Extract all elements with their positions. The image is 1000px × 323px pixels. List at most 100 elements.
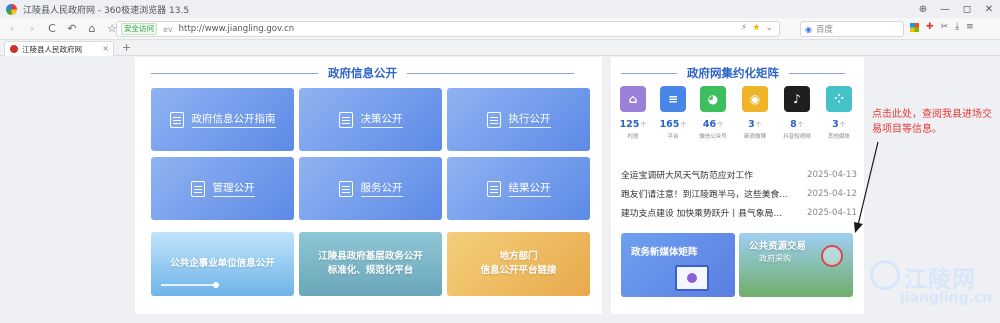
window-controls: ⊕ — ◻ ✕ <box>912 0 1000 18</box>
news-title[interactable]: 建功支点建设 加快乘势跃升丨县气象局… <box>621 206 789 219</box>
news-date: 2025-04-13 <box>807 169 857 180</box>
gov-info-title: 政府信息公开 <box>328 66 397 80</box>
tab-close-button[interactable]: × <box>102 44 109 53</box>
tile-service-open[interactable]: 服务公开 <box>299 157 442 220</box>
matrix-item-wechat[interactable]: ◕ 46个 微信公众号 <box>695 86 731 140</box>
gov-matrix-panel: 政府网集约化矩阵 ⌂ 125个 村居 ≡ 165个 平台 ◕ 46个 微信公众号… <box>611 57 864 314</box>
page-content: 政府信息公开 政府信息公开指南 决策公开 执行公开 管理公开 服务公开 结果公开 <box>0 57 1000 323</box>
forward-button[interactable]: › <box>24 22 40 35</box>
reload-button[interactable]: C <box>44 22 60 35</box>
promo-public-resource-trading[interactable]: 公共资源交易 政府采购 <box>739 233 853 297</box>
matrix-item-douyin[interactable]: ♪ 8个 抖音短视频 <box>779 86 815 140</box>
annotation-arrow-icon <box>854 141 879 233</box>
banner-line2: 信息公开平台链接 <box>480 265 557 276</box>
address-bar[interactable]: 安全访问 ev http://www.jiangling.gov.cn ⚡ ★ … <box>116 21 780 37</box>
news-list: 全运宝调研大风天气防范应对工作 2025-04-13 跑友们请注意！到江陵跑半马… <box>621 165 857 222</box>
address-icons: ⚡ ★ ⌄ <box>741 23 773 33</box>
banner-public-enterprise-info[interactable]: 公共企事业单位信息公开 <box>151 232 294 296</box>
tab-label: 江陵县人民政府网 <box>22 44 82 54</box>
tile-label: 结果公开 <box>508 180 551 197</box>
secure-badge[interactable]: 安全访问 <box>121 23 157 35</box>
tile-management-open[interactable]: 管理公开 <box>151 157 294 220</box>
apps-icon[interactable] <box>910 23 919 32</box>
address-dropdown-icon[interactable]: ⌄ <box>765 23 773 33</box>
count-unit: 个 <box>755 122 762 129</box>
games-icon[interactable]: ✚ <box>926 22 934 32</box>
skin-icon[interactable]: ⊕ <box>912 4 934 15</box>
news-date: 2025-04-12 <box>807 188 857 199</box>
watermark-url: jiangling.cn <box>900 290 993 306</box>
matrix-count: 46个 <box>695 119 731 130</box>
banner-local-departments[interactable]: 地方部门 信息公开平台链接 <box>447 232 590 296</box>
menu-icon[interactable]: ≡ <box>966 22 974 32</box>
tile-decision-open[interactable]: 决策公开 <box>299 88 442 151</box>
banner-line2: 标准化、规范化平台 <box>327 265 414 276</box>
count-value: 3 <box>748 119 755 130</box>
url-text[interactable]: http://www.jiangling.gov.cn <box>179 24 294 34</box>
news-item[interactable]: 跑友们请注意！到江陵跑半马，这些美食… 2025-04-12 <box>621 184 857 203</box>
scissors-icon[interactable]: ✂ <box>941 22 949 32</box>
count-unit: 个 <box>839 122 846 129</box>
banner-label: 公共企事业单位信息公开 <box>170 258 275 269</box>
promo-new-media-matrix[interactable]: 政务新媒体矩阵 <box>621 233 735 297</box>
wechat-icon: ◕ <box>700 86 726 112</box>
news-item[interactable]: 建功支点建设 加快乘势跃升丨县气象局… 2025-04-11 <box>621 203 857 222</box>
matrix-name: 新浪微博 <box>743 134 766 140</box>
matrix-item-platforms[interactable]: ≡ 165个 平台 <box>655 86 691 140</box>
promo-text: 公共资源交易 政府采购 <box>749 241 806 265</box>
promo-label: 政务新媒体矩阵 <box>631 247 698 258</box>
news-title[interactable]: 全运宝调研大风天气防范应对工作 <box>621 168 789 181</box>
watermark-name: 江陵网 <box>904 267 976 293</box>
bookmark-star-icon[interactable]: ★ <box>752 23 760 33</box>
matrix-item-villages[interactable]: ⌂ 125个 村居 <box>615 86 651 140</box>
site-favicon-icon <box>10 45 18 53</box>
execution-icon <box>486 111 501 128</box>
tile-gov-info-guide[interactable]: 政府信息公开指南 <box>151 88 294 151</box>
download-icon[interactable]: ⤓ <box>955 22 959 32</box>
news-title[interactable]: 跑友们请注意！到江陵跑半马，这些美食… <box>621 187 789 200</box>
maximize-button[interactable]: ◻ <box>956 4 978 15</box>
tab-bar: 江陵县人民政府网 × + <box>0 40 1000 56</box>
header-line-left <box>621 72 677 74</box>
tab-active[interactable]: 江陵县人民政府网 × <box>4 41 114 56</box>
banner-text: 地方部门 信息公开平台链接 <box>480 250 556 278</box>
back-button[interactable]: ‹ <box>4 22 20 35</box>
tile-result-open[interactable]: 结果公开 <box>447 157 590 220</box>
cert-label: ev <box>163 24 173 34</box>
matrix-count: 8个 <box>779 119 815 130</box>
header-line-right <box>789 72 845 74</box>
village-icon: ⌂ <box>620 86 646 112</box>
news-item[interactable]: 全运宝调研大风天气防范应对工作 2025-04-13 <box>621 165 857 184</box>
count-value: 3 <box>832 119 839 130</box>
count-unit: 个 <box>717 122 724 129</box>
search-engine-icon[interactable]: ◉ <box>805 25 812 34</box>
matrix-count: 165个 <box>655 119 691 130</box>
matrix-item-other-media[interactable]: ⁘ 3个 其他媒体 <box>821 86 857 140</box>
annotation-callout: 点击此处，查阅我县进场交易项目等信息。 <box>872 109 992 135</box>
compat-mode-icon[interactable]: ⚡ <box>741 23 747 33</box>
banner-grassroots-platform[interactable]: 江陵县政府基层政务公开 标准化、规范化平台 <box>299 232 442 296</box>
minimize-button[interactable]: — <box>934 4 956 15</box>
toolbar-right: ✚ ✂ ⤓ ≡ <box>910 22 974 32</box>
browser-toolbar: ‹ › C ↶ ⌂ ☆ 安全访问 ev http://www.jiangling… <box>0 18 1000 40</box>
matrix-item-weibo[interactable]: ◉ 3个 新浪微博 <box>737 86 773 140</box>
window-titlebar: 江陵县人民政府网 - 360极速浏览器 13.5 ⊕ — ◻ ✕ <box>0 0 1000 18</box>
search-placeholder[interactable]: 百度 <box>816 23 833 35</box>
matrix-header: 政府网集约化矩阵 <box>621 66 854 80</box>
tile-label: 管理公开 <box>212 180 255 197</box>
matrix-count: 3个 <box>737 119 773 130</box>
window-title: 江陵县人民政府网 - 360极速浏览器 13.5 <box>23 5 190 16</box>
phone-illustration-icon <box>675 265 709 291</box>
tile-execution-open[interactable]: 执行公开 <box>447 88 590 151</box>
undo-close-button[interactable]: ↶ <box>64 22 80 35</box>
search-box[interactable]: ◉ 百度 <box>800 21 904 37</box>
matrix-count: 3个 <box>821 119 857 130</box>
new-tab-button[interactable]: + <box>122 41 131 54</box>
home-button[interactable]: ⌂ <box>84 22 100 35</box>
banner-line1: 江陵县政府基层政务公开 <box>318 251 423 262</box>
gov-info-header: 政府信息公开 <box>151 66 586 80</box>
close-window-button[interactable]: ✕ <box>978 4 1000 15</box>
layers-icon: ≡ <box>660 86 686 112</box>
gov-info-panel: 政府信息公开 政府信息公开指南 决策公开 执行公开 管理公开 服务公开 结果公开 <box>135 57 602 314</box>
count-unit: 个 <box>797 122 804 129</box>
